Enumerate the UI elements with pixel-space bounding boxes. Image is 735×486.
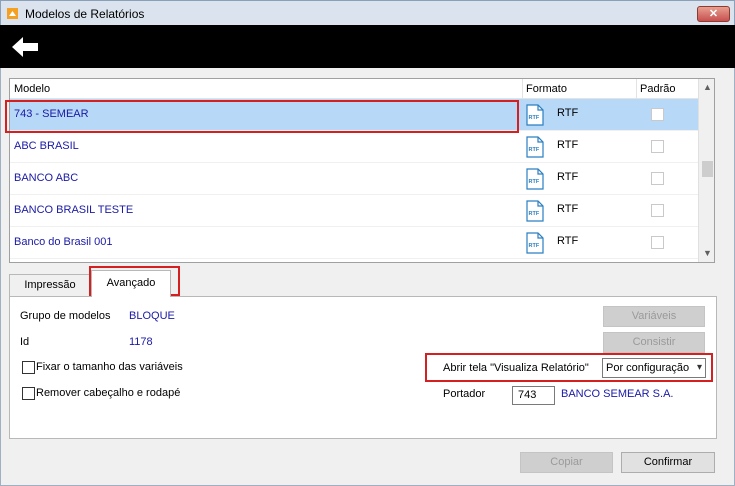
close-button[interactable]: ✕: [697, 6, 730, 22]
row-model-name: BANCO BRASIL TESTE: [14, 204, 134, 216]
row-model-name: ABC BRASIL: [14, 140, 79, 152]
tab-avancado[interactable]: Avançado: [91, 270, 171, 297]
rtf-file-icon: RTF: [526, 168, 544, 190]
column-separator: [636, 79, 637, 99]
rtf-file-icon: RTF: [526, 104, 544, 126]
id-value: 1178: [129, 336, 153, 348]
portador-code-input[interactable]: 743: [512, 386, 555, 405]
visualiza-select[interactable]: Por configuração ▾: [602, 358, 706, 378]
row-format: RTF: [557, 107, 579, 119]
grupo-label: Grupo de modelos: [20, 310, 111, 322]
column-header-modelo[interactable]: Modelo: [14, 83, 50, 95]
abrir-label: Abrir tela "Visualiza Relatório": [443, 362, 589, 374]
row-default-checkbox[interactable]: [651, 108, 664, 121]
window-title: Modelos de Relatórios: [25, 7, 145, 21]
title-bar: Modelos de Relatórios ✕: [0, 0, 735, 25]
chevron-down-icon: ▾: [696, 362, 702, 373]
table-row[interactable]: 743 - SEMEAR RTF RTF: [10, 99, 698, 131]
portador-name: BANCO SEMEAR S.A.: [561, 388, 674, 400]
row-format: RTF: [557, 203, 579, 215]
grid-header: Modelo Formato Padrão: [10, 79, 698, 99]
tab-impressao[interactable]: Impressão: [9, 274, 91, 296]
remover-checkbox[interactable]: [22, 387, 35, 400]
grupo-value: BLOQUE: [129, 310, 175, 322]
confirmar-button[interactable]: Confirmar: [621, 452, 715, 473]
row-default-checkbox[interactable]: [651, 172, 664, 185]
remover-label[interactable]: Remover cabeçalho e rodapé: [36, 387, 180, 399]
scroll-down-icon[interactable]: ▼: [699, 245, 714, 262]
back-arrow-icon[interactable]: [10, 35, 40, 59]
consistir-button[interactable]: Consistir: [603, 332, 705, 353]
row-default-checkbox[interactable]: [651, 236, 664, 249]
rtf-file-icon: RTF: [526, 232, 544, 254]
rtf-file-icon: RTF: [526, 200, 544, 222]
models-grid: Modelo Formato Padrão 743 - SEMEAR RTF R…: [9, 78, 715, 263]
portador-label: Portador: [443, 388, 486, 400]
grid-scrollbar[interactable]: ▲ ▼: [698, 79, 714, 262]
table-row[interactable]: Banco do Brasil 001 RTF RTF: [10, 227, 698, 259]
row-format: RTF: [557, 171, 579, 183]
scrollbar-thumb[interactable]: [702, 161, 713, 177]
variaveis-button[interactable]: Variáveis: [603, 306, 705, 327]
copiar-button[interactable]: Copiar: [520, 452, 613, 473]
column-header-padrao[interactable]: Padrão: [640, 83, 675, 95]
table-row[interactable]: BANCO ABC RTF RTF: [10, 163, 698, 195]
column-separator: [522, 79, 523, 99]
row-format: RTF: [557, 235, 579, 247]
table-row[interactable]: ABC BRASIL RTF RTF: [10, 131, 698, 163]
column-header-formato[interactable]: Formato: [526, 83, 567, 95]
svg-text:RTF: RTF: [529, 179, 540, 185]
row-format: RTF: [557, 139, 579, 151]
svg-text:RTF: RTF: [529, 115, 540, 121]
row-default-checkbox[interactable]: [651, 204, 664, 217]
fixar-label[interactable]: Fixar o tamanho das variáveis: [36, 361, 183, 373]
row-model-name: 743 - SEMEAR: [14, 108, 89, 120]
fixar-checkbox[interactable]: [22, 361, 35, 374]
toolbar: [0, 25, 735, 68]
svg-text:RTF: RTF: [529, 211, 540, 217]
row-default-checkbox[interactable]: [651, 140, 664, 153]
svg-text:RTF: RTF: [529, 243, 540, 249]
row-model-name: Banco do Brasil 001: [14, 236, 113, 248]
visualiza-select-value: Por configuração: [606, 362, 690, 374]
app-icon: [7, 8, 18, 19]
rtf-file-icon: RTF: [526, 136, 544, 158]
scroll-up-icon[interactable]: ▲: [699, 79, 714, 96]
svg-text:RTF: RTF: [529, 147, 540, 153]
table-row[interactable]: BANCO BRASIL TESTE RTF RTF: [10, 195, 698, 227]
row-model-name: BANCO ABC: [14, 172, 79, 184]
id-label: Id: [20, 336, 30, 348]
